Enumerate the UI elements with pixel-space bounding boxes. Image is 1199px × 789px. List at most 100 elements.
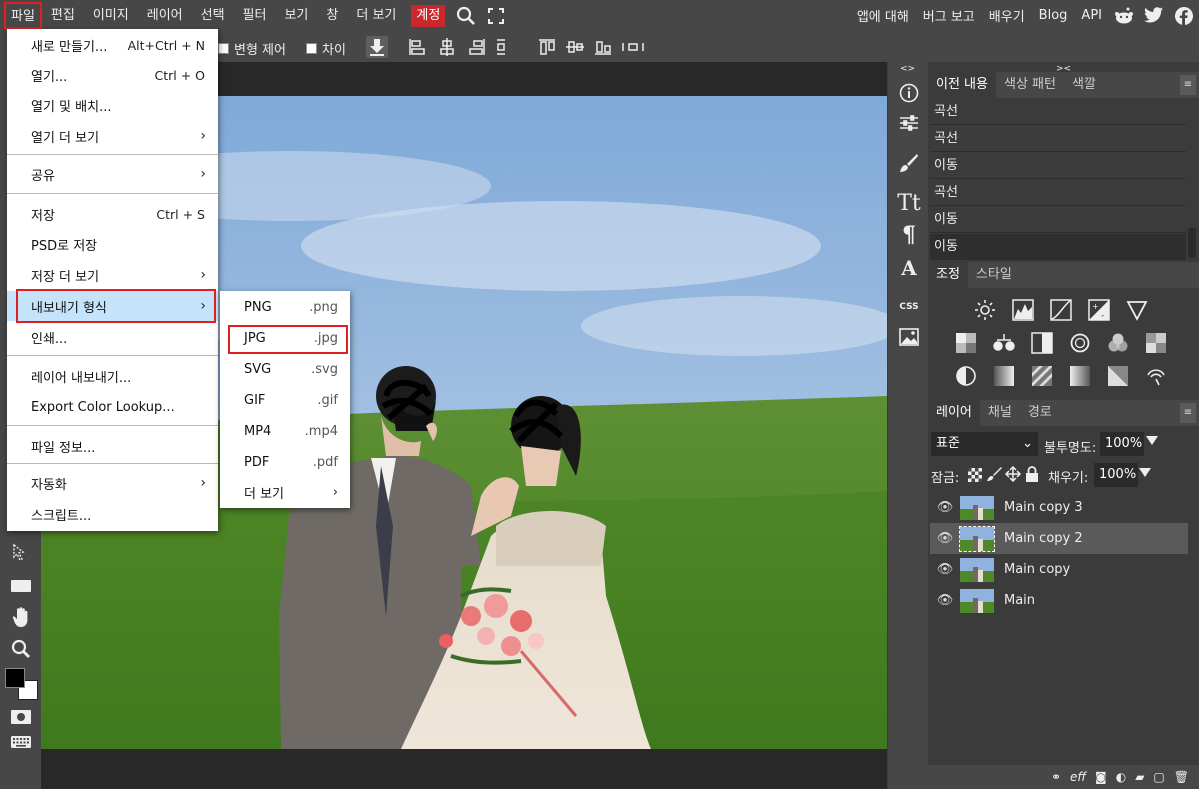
- menu-window[interactable]: 창: [317, 0, 347, 31]
- export-pdf[interactable]: PDF .pdf: [220, 447, 350, 478]
- menu-item-file-info[interactable]: 파일 정보...: [7, 431, 218, 461]
- photo-filter-icon[interactable]: [1069, 332, 1091, 354]
- link-icon[interactable]: ⚭: [1051, 770, 1061, 784]
- history-row[interactable]: 곡선: [930, 99, 1186, 125]
- glyph-panel-icon[interactable]: A: [896, 255, 922, 281]
- brightness-icon[interactable]: [974, 299, 996, 321]
- align-center-h-icon[interactable]: [436, 36, 458, 58]
- export-svg[interactable]: SVG .svg: [220, 354, 350, 385]
- foreground-color-swatch[interactable]: [5, 668, 25, 688]
- info-icon[interactable]: [896, 80, 922, 106]
- history-row[interactable]: 이동: [930, 207, 1186, 233]
- layer-row[interactable]: 👁 Main copy 3: [930, 492, 1188, 523]
- color-balance-icon[interactable]: [993, 332, 1015, 354]
- lock-transparency-icon[interactable]: [968, 468, 982, 482]
- eye-icon[interactable]: 👁: [930, 593, 960, 608]
- posterize-icon[interactable]: [993, 365, 1015, 387]
- menu-edit[interactable]: 편집: [42, 0, 84, 31]
- eye-icon[interactable]: 👁: [930, 531, 960, 546]
- menu-item-export-lookup[interactable]: Export Color Lookup...: [7, 392, 218, 422]
- export-png[interactable]: PNG .png: [220, 292, 350, 323]
- menu-item-share[interactable]: 공유 ›: [7, 159, 218, 189]
- distribute-v-icon[interactable]: [620, 36, 646, 58]
- distribute-h-icon[interactable]: [492, 36, 514, 58]
- transform-controls-option[interactable]: 변형 제어: [218, 39, 286, 58]
- color-lookup-icon[interactable]: [1145, 332, 1167, 354]
- black-white-icon[interactable]: [1031, 332, 1053, 354]
- hand-tool-icon[interactable]: [8, 604, 34, 630]
- learn-link[interactable]: 배우기: [982, 6, 1032, 25]
- history-row-current[interactable]: 이동: [930, 234, 1186, 260]
- menu-file[interactable]: 파일: [4, 2, 42, 29]
- blog-link[interactable]: Blog: [1032, 8, 1075, 23]
- tab-layers[interactable]: 레이어: [928, 400, 980, 426]
- reddit-icon[interactable]: [1109, 0, 1139, 31]
- history-row[interactable]: 이동: [930, 153, 1186, 179]
- blend-mode-select[interactable]: 표준 ⌄: [931, 432, 1038, 456]
- export-gif[interactable]: GIF .gif: [220, 385, 350, 416]
- menu-item-open-more[interactable]: 열기 더 보기 ›: [7, 121, 218, 151]
- keyboard-icon[interactable]: [8, 729, 34, 755]
- about-link[interactable]: 앱에 대해: [850, 6, 916, 25]
- menu-image[interactable]: 이미지: [84, 0, 138, 31]
- character-panel-icon[interactable]: Tt: [896, 190, 922, 216]
- transform-controls-checkbox[interactable]: [218, 43, 229, 54]
- menu-item-open[interactable]: 열기... Ctrl + O: [7, 60, 218, 90]
- distance-checkbox[interactable]: [306, 43, 317, 54]
- api-link[interactable]: API: [1074, 8, 1109, 23]
- rectangle-tool-icon[interactable]: [8, 573, 34, 599]
- menu-layer[interactable]: 레이어: [138, 0, 192, 31]
- menu-filter[interactable]: 필터: [234, 0, 276, 31]
- layer-row[interactable]: 👁 Main: [930, 585, 1188, 616]
- menu-item-scripts[interactable]: 스크립트...: [7, 499, 218, 529]
- color-swatches[interactable]: [5, 668, 38, 702]
- layer-row[interactable]: 👁 Main copy: [930, 554, 1188, 585]
- opacity-field[interactable]: 100%: [1100, 432, 1144, 456]
- tab-adjustments[interactable]: 조정: [928, 262, 968, 288]
- levels-icon[interactable]: [1012, 299, 1034, 321]
- fullscreen-icon[interactable]: [481, 0, 511, 31]
- adjustment-layer-icon[interactable]: ◐: [1116, 770, 1126, 784]
- paragraph-panel-icon[interactable]: ¶: [896, 222, 922, 248]
- menu-view[interactable]: 보기: [275, 0, 317, 31]
- menu-select[interactable]: 선택: [192, 0, 234, 31]
- folder-icon[interactable]: ▰: [1135, 770, 1144, 784]
- exposure-icon[interactable]: + -: [1088, 299, 1110, 321]
- lock-all-icon[interactable]: [1025, 466, 1039, 486]
- menu-item-automate[interactable]: 자동화 ›: [7, 468, 218, 498]
- download-icon[interactable]: [366, 36, 388, 58]
- channel-mixer-icon[interactable]: [1107, 332, 1129, 354]
- align-left-icon[interactable]: [406, 36, 428, 58]
- export-more[interactable]: 더 보기 ›: [220, 477, 350, 508]
- new-layer-icon[interactable]: ▢: [1153, 770, 1164, 784]
- collapse-arrows-icon[interactable]: <>: [900, 64, 915, 74]
- layer-row-selected[interactable]: 👁 Main copy 2: [930, 523, 1188, 554]
- zoom-tool-icon[interactable]: [8, 636, 34, 662]
- menu-item-open-place[interactable]: 열기 및 배치...: [7, 90, 218, 120]
- eye-icon[interactable]: 👁: [930, 562, 960, 577]
- quick-mask-icon[interactable]: [8, 704, 34, 730]
- opacity-dropdown-icon[interactable]: [1146, 436, 1158, 445]
- hue-saturation-icon[interactable]: [955, 332, 977, 354]
- history-menu-icon[interactable]: ≡: [1180, 75, 1196, 95]
- invert-icon[interactable]: [955, 365, 977, 387]
- tab-history[interactable]: 이전 내용: [928, 72, 996, 98]
- history-scrollbar[interactable]: [1188, 228, 1196, 258]
- menu-item-new[interactable]: 새로 만들기... Alt+Ctrl + N: [7, 30, 218, 60]
- curves-icon[interactable]: [1050, 299, 1072, 321]
- lock-paint-icon[interactable]: [986, 466, 1002, 486]
- image-panel-icon[interactable]: [896, 324, 922, 350]
- menu-more[interactable]: 더 보기: [347, 0, 405, 31]
- menu-item-save-more[interactable]: 저장 더 보기 ›: [7, 260, 218, 290]
- mask-icon[interactable]: ◙: [1095, 770, 1107, 784]
- tab-swatches[interactable]: 색상 패턴: [996, 72, 1064, 98]
- search-icon[interactable]: [451, 0, 481, 31]
- align-right-icon[interactable]: [466, 36, 488, 58]
- align-bottom-icon[interactable]: [592, 36, 614, 58]
- align-middle-v-icon[interactable]: [564, 36, 586, 58]
- fill-dropdown-icon[interactable]: [1139, 468, 1151, 477]
- align-top-icon[interactable]: [536, 36, 558, 58]
- menu-item-save-psd[interactable]: PSD로 저장: [7, 229, 218, 259]
- tab-styles[interactable]: 스타일: [968, 262, 1020, 288]
- menu-item-save[interactable]: 저장 Ctrl + S: [7, 199, 218, 229]
